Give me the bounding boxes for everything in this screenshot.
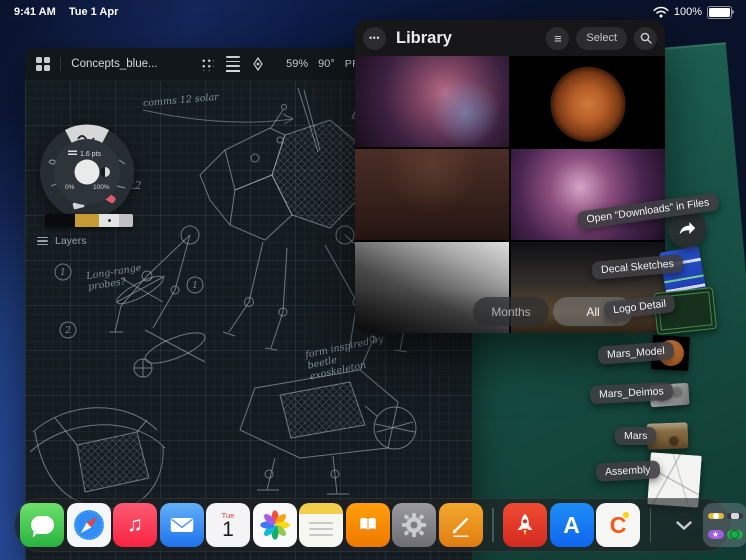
app-grid-icon[interactable] [35,55,50,73]
dock-divider [649,508,651,542]
battery-percent: 100% [673,6,702,18]
status-right: 100% [653,5,734,19]
list-filter-button[interactable]: ≡ [546,26,570,50]
dock-safari-icon[interactable] [66,503,111,547]
layers-label: Layers [55,235,87,247]
photo-mars-planet[interactable] [511,56,665,147]
search-button[interactable] [634,26,657,50]
app-library-star-icon: ★ [707,530,724,539]
status-left: 9:41 AM Tue 1 Apr [14,6,128,18]
select-button[interactable]: Select [576,26,627,50]
clock: 9:41 AM [14,6,56,18]
photo-mars-desert[interactable] [355,149,509,240]
library-header: ••• Library ≡ Select [355,20,665,56]
share-forward-arrow-icon [679,222,696,235]
swatch-gray[interactable] [119,214,133,227]
sketch-number-3: 1 [192,281,198,291]
color-palette-strip[interactable] [45,214,133,227]
swatch-white-selected[interactable] [99,214,119,227]
date: Tue 1 Apr [68,6,119,18]
tool-wheel[interactable]: 1.6 pts 0% 100% [39,124,135,220]
more-options-button[interactable]: ••• [363,26,386,50]
dock-photos-icon[interactable] [252,503,297,547]
photos-library-window: ••• Library ≡ Select Months All [355,20,665,333]
swatch-black[interactable] [45,214,75,227]
dock-notes-icon[interactable] [299,503,343,547]
app-library-tips-icon [707,512,724,519]
rotation-value[interactable]: 90° [318,58,335,70]
photo-nebula-horsehead[interactable] [355,56,509,147]
swatch-gold[interactable] [75,214,99,227]
sketch-number-2: 2 [64,326,71,336]
layers-icon [37,236,48,246]
dock-sketch-pen-icon[interactable] [438,503,483,547]
app-library-circle-icon [726,530,743,539]
calendar-date: 1 [222,518,234,542]
tool-lines-icon[interactable] [225,55,240,73]
zoom-level[interactable]: 59% [286,58,308,70]
dock-calendar-icon[interactable]: Tue 1 [206,503,250,547]
dock-shapr-icon[interactable]: C [596,503,640,547]
dock-mail-icon[interactable] [159,503,204,547]
tab-months[interactable]: Months [473,297,549,326]
wifi-icon [653,6,669,18]
thumbnails-grid-icon[interactable] [200,55,215,73]
dock: ♫ Tue 1 A C ★ [14,498,746,552]
toolbar-divider [60,57,62,71]
status-bar: 9:41 AM Tue 1 Apr 100% [0,0,746,24]
battery-icon [707,5,734,19]
dock-app-library-icon[interactable]: ★ [703,503,746,547]
dock-app-store-icon[interactable]: A [549,503,594,547]
dock-rocket-icon[interactable] [503,503,547,547]
library-title: Library [396,28,452,47]
sketch-number-1: 1 [60,268,66,278]
app-store-letter: A [563,511,580,538]
drag-label-mars[interactable]: Mars [615,427,657,445]
ipad-screen: 9:41 AM Tue 1 Apr 100% Concepts_blue... [0,0,746,560]
opacity-max-label: 100% [93,184,110,191]
dock-divider [492,508,494,542]
dock-music-icon[interactable]: ♫ [113,503,157,547]
layers-button[interactable]: Layers [37,235,87,247]
search-icon [640,32,652,44]
dock-messages-icon[interactable] [20,503,64,547]
app-library-camera-icon [726,512,743,519]
stroke-size-value: 1.6 pts [80,151,102,158]
document-title[interactable]: Concepts_blue... [71,58,157,70]
drag-label-assembly[interactable]: Assembly [595,460,660,482]
shapr-letter: C [609,511,627,538]
pen-nib-icon[interactable] [251,55,266,73]
chevron-down-icon[interactable] [667,503,701,547]
wheel-center-button [74,159,100,185]
opacity-min-label: 0% [65,184,75,191]
dock-settings-icon[interactable] [392,503,436,547]
dock-books-icon[interactable] [345,503,390,547]
